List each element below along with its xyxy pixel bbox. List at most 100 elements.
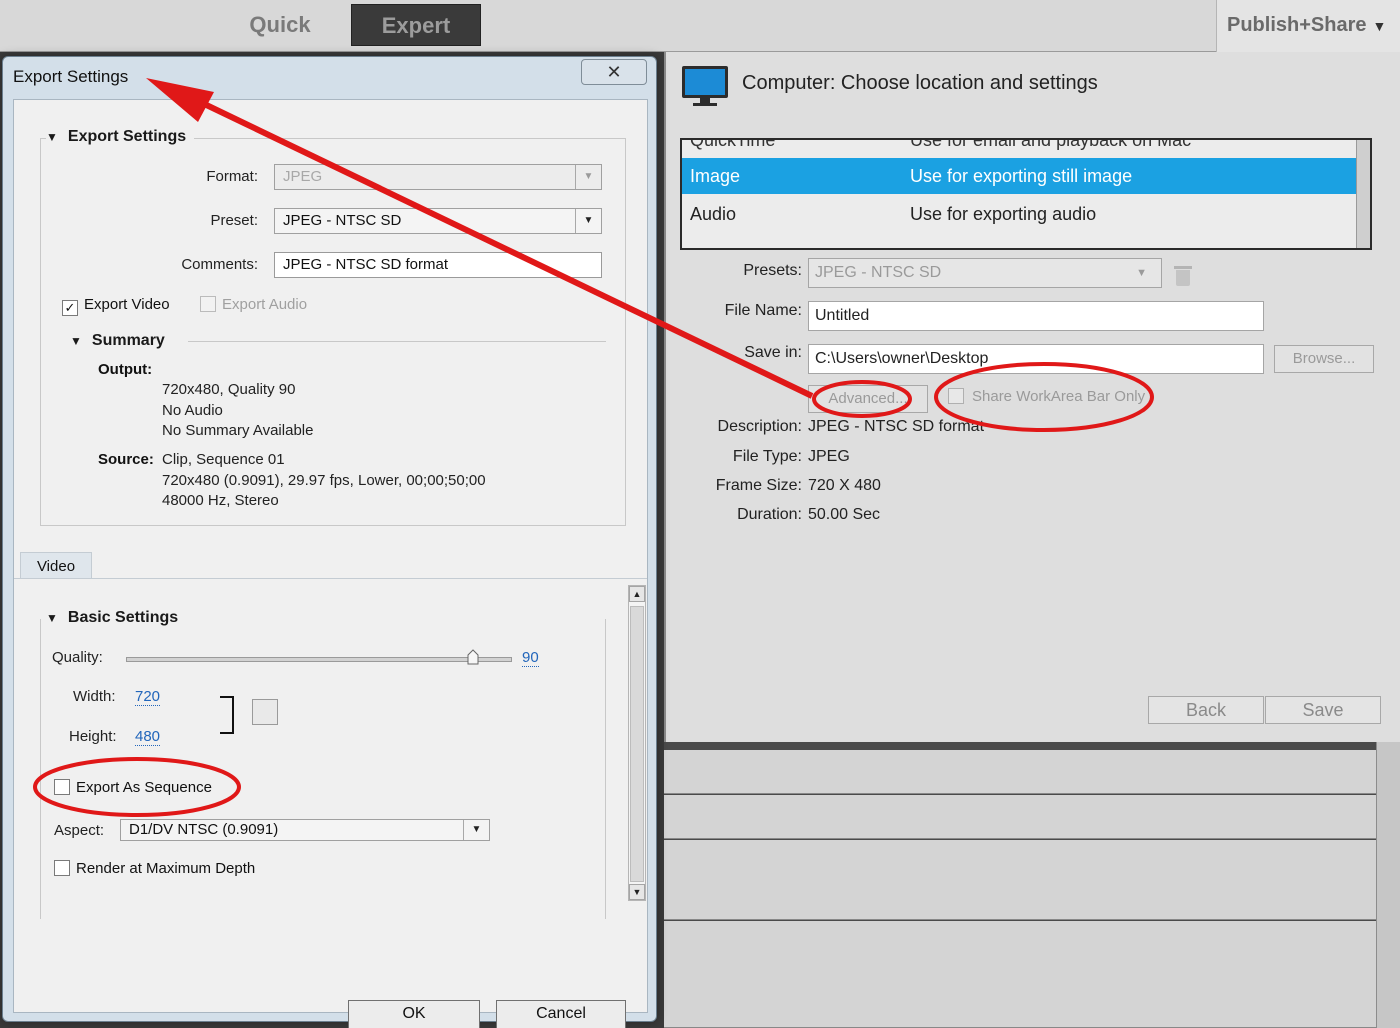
description-label: Description: — [717, 418, 802, 435]
source-line: 48000 Hz, Stereo — [162, 492, 279, 509]
timeline-scrollbar[interactable] — [1376, 742, 1400, 1028]
tab-expert[interactable]: Expert — [351, 4, 481, 46]
checkbox-box — [948, 388, 964, 404]
dialog-body: ▼ Export Settings Format: JPEG ▼ Preset: … — [13, 99, 648, 1028]
source-label: Source: — [98, 451, 154, 468]
tab-video[interactable]: Video — [20, 552, 92, 580]
duration-label: Duration: — [737, 506, 802, 523]
comments-label: Comments: — [181, 256, 258, 273]
aspect-value: D1/DV NTSC (0.9091) — [129, 821, 279, 838]
export-settings-dialog: Export Settings ✕ ▼ Export Settings Forma… — [2, 56, 657, 1028]
method-description: Use for exporting still image — [910, 166, 1133, 186]
presets-select[interactable]: JPEG - NTSC SD ▼ — [808, 258, 1162, 288]
height-value[interactable]: 480 — [135, 728, 161, 746]
share-workarea-checkbox[interactable]: Share WorkArea Bar Only — [948, 388, 1145, 405]
triangle-down-icon: ▼ — [46, 611, 58, 625]
aspect-select[interactable]: D1/DV NTSC (0.9091) ▼ — [120, 819, 490, 841]
checkbox-box — [200, 296, 216, 312]
summary-section-header[interactable]: ▼ Summary — [70, 332, 165, 350]
comments-input[interactable]: JPEG - NTSC SD format — [274, 252, 602, 278]
save-in-input[interactable]: C:\Users\owner\Desktop — [808, 344, 1264, 374]
output-line: 720x480, Quality 90 — [162, 381, 296, 398]
method-name: Audio — [690, 204, 737, 224]
file-name-input[interactable]: Untitled — [808, 301, 1264, 331]
mode-bar: Quick Expert Publish+Share ▼ — [0, 0, 1400, 52]
checkbox-box — [54, 860, 70, 876]
scrollbar-thumb[interactable] — [630, 606, 644, 882]
scroll-up-icon[interactable]: ▲ — [629, 586, 645, 602]
summary-section-title: Summary — [91, 332, 165, 349]
video-pane-scrollbar[interactable]: ▲ ▼ — [628, 585, 646, 901]
preset-value: JPEG - NTSC SD — [283, 212, 402, 229]
method-row-audio[interactable]: Audio Use for exporting audio — [682, 196, 1370, 232]
frame-size-label: Frame Size: — [715, 477, 802, 494]
close-icon: ✕ — [606, 62, 622, 82]
presets-label: Presets: — [743, 262, 802, 279]
method-description: Use for email and playback on Mac — [910, 138, 1192, 150]
computer-monitor-icon — [682, 66, 728, 106]
method-name: QuickTime — [690, 138, 776, 150]
save-button[interactable]: Save — [1265, 696, 1381, 724]
save-in-label: Save in: — [744, 344, 802, 361]
chevron-down-icon: ▼ — [1136, 267, 1147, 279]
export-audio-checkbox[interactable]: Export Audio — [200, 296, 307, 313]
format-value: JPEG — [283, 168, 323, 185]
advanced-button[interactable]: Advanced... — [808, 385, 928, 413]
width-label: Width: — [73, 688, 116, 705]
quality-slider-thumb[interactable] — [467, 649, 479, 665]
tab-quick[interactable]: Quick — [190, 4, 370, 46]
basic-settings-section-header[interactable]: ▼ Basic Settings — [46, 609, 187, 627]
back-button[interactable]: Back — [1148, 696, 1264, 724]
checkbox-box — [54, 779, 70, 795]
width-value[interactable]: 720 — [135, 688, 161, 706]
method-list-scrollbar[interactable] — [1356, 140, 1370, 248]
preset-label: Preset: — [210, 212, 258, 229]
export-video-label: Export Video — [84, 296, 170, 313]
export-method-list: QuickTime Use for email and playback on … — [680, 138, 1372, 250]
timeline-track[interactable] — [664, 840, 1376, 920]
scroll-down-icon[interactable]: ▼ — [629, 884, 645, 900]
video-settings-pane: ▼ Basic Settings Quality: 90 Width: 720 H… — [14, 578, 647, 919]
export-settings-section-header[interactable]: ▼ Export Settings — [46, 128, 195, 146]
share-panel: Computer: Choose location and settings Q… — [664, 52, 1400, 742]
export-video-checkbox[interactable]: ✓ Export Video — [62, 296, 170, 316]
presets-value: JPEG - NTSC SD — [815, 264, 942, 281]
divider — [188, 341, 606, 342]
quality-value[interactable]: 90 — [522, 649, 539, 667]
chevron-down-icon: ▼ — [575, 165, 601, 189]
ok-button[interactable]: OK — [348, 1000, 480, 1028]
method-description: Use for exporting audio — [910, 204, 1097, 224]
constrain-proportions-button[interactable] — [252, 699, 278, 725]
browse-button[interactable]: Browse... — [1274, 345, 1374, 373]
dialog-title: Export Settings — [13, 67, 129, 86]
export-audio-label: Export Audio — [222, 296, 308, 313]
aspect-label: Aspect: — [54, 822, 105, 839]
output-line: No Summary Available — [162, 422, 314, 439]
method-row-quicktime[interactable]: QuickTime Use for email and playback on … — [682, 138, 1370, 158]
triangle-down-icon: ▼ — [70, 334, 82, 348]
basic-settings-section-title: Basic Settings — [67, 609, 179, 626]
publish-share-menu[interactable]: Publish+Share ▼ — [1216, 0, 1400, 52]
render-max-depth-checkbox[interactable]: Render at Maximum Depth — [54, 860, 255, 877]
method-row-image[interactable]: Image Use for exporting still image — [682, 158, 1370, 194]
cancel-button[interactable]: Cancel — [496, 1000, 626, 1028]
method-name: Image — [690, 166, 741, 186]
format-label: Format: — [206, 168, 258, 185]
close-button[interactable]: ✕ — [581, 59, 647, 85]
triangle-down-icon: ▼ — [46, 130, 58, 144]
render-max-depth-label: Render at Maximum Depth — [76, 860, 256, 877]
timeline-track[interactable] — [664, 795, 1376, 839]
share-panel-title: Computer: Choose location and settings — [742, 72, 1098, 94]
output-label: Output: — [98, 361, 153, 378]
export-as-sequence-checkbox[interactable]: Export As Sequence — [54, 779, 212, 796]
publish-share-label: Publish+Share — [1227, 14, 1367, 36]
trash-icon[interactable] — [1174, 264, 1192, 286]
timeline-area — [664, 742, 1400, 1028]
quality-slider[interactable] — [126, 657, 512, 662]
format-select[interactable]: JPEG ▼ — [274, 164, 602, 190]
checkbox-box: ✓ — [62, 300, 78, 316]
timeline-track[interactable] — [664, 921, 1376, 1028]
preset-select[interactable]: JPEG - NTSC SD ▼ — [274, 208, 602, 234]
export-settings-section-title: Export Settings — [67, 128, 187, 145]
timeline-track[interactable] — [664, 750, 1376, 794]
